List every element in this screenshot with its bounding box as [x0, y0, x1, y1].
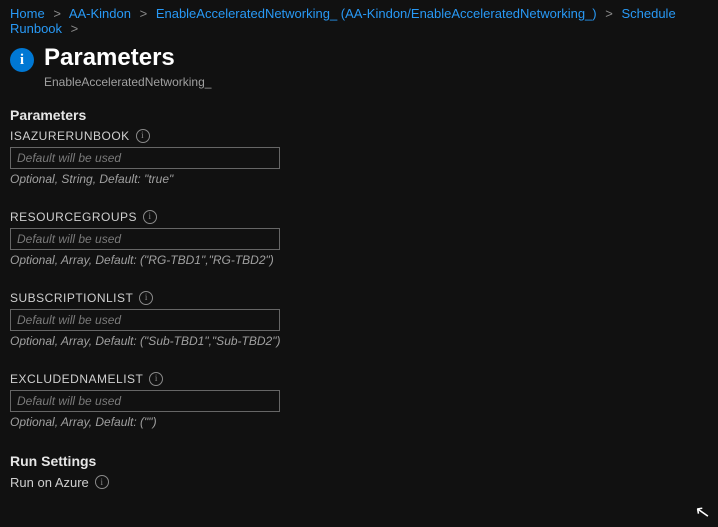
info-icon[interactable]: i	[95, 475, 109, 489]
param-label: SUBSCRIPTIONLIST	[10, 291, 133, 305]
param-input-resourcegroups[interactable]	[10, 228, 280, 250]
run-on-label: Run on Azure	[10, 475, 89, 490]
param-input-excludednamelist[interactable]	[10, 390, 280, 412]
breadcrumb-account[interactable]: AA-Kindon	[69, 6, 131, 21]
page-subtitle: EnableAcceleratedNetworking_	[44, 75, 211, 89]
chevron-right-icon: >	[140, 6, 148, 21]
param-label: EXCLUDEDNAMELIST	[10, 372, 143, 386]
breadcrumb-home[interactable]: Home	[10, 6, 45, 21]
breadcrumb-runbook[interactable]: EnableAcceleratedNetworking_ (AA-Kindon/…	[156, 6, 597, 21]
param-input-isazurerunbook[interactable]	[10, 147, 280, 169]
info-icon[interactable]: i	[149, 372, 163, 386]
chevron-right-icon: >	[71, 21, 79, 36]
info-icon: i	[10, 48, 34, 72]
param-resourcegroups: RESOURCEGROUPS i Optional, Array, Defaul…	[10, 210, 410, 267]
param-excludednamelist: EXCLUDEDNAMELIST i Optional, Array, Defa…	[10, 372, 410, 429]
param-input-subscriptionlist[interactable]	[10, 309, 280, 331]
info-icon[interactable]: i	[136, 129, 150, 143]
page-header: i Parameters EnableAcceleratedNetworking…	[10, 44, 708, 89]
parameters-heading: Parameters	[10, 107, 708, 123]
chevron-right-icon: >	[605, 6, 613, 21]
info-icon[interactable]: i	[139, 291, 153, 305]
info-icon[interactable]: i	[143, 210, 157, 224]
run-settings-heading: Run Settings	[10, 453, 708, 469]
mouse-cursor-icon: ↖	[693, 501, 712, 524]
param-help: Optional, Array, Default: ("RG-TBD1","RG…	[10, 253, 410, 267]
run-on-row: Run on Azure i	[10, 475, 708, 490]
param-help: Optional, Array, Default: ("Sub-TBD1","S…	[10, 334, 410, 348]
param-label: RESOURCEGROUPS	[10, 210, 137, 224]
chevron-right-icon: >	[53, 6, 61, 21]
param-help: Optional, String, Default: "true"	[10, 172, 410, 186]
param-isazurerunbook: ISAZURERUNBOOK i Optional, String, Defau…	[10, 129, 410, 186]
page-title: Parameters	[44, 44, 211, 73]
param-subscriptionlist: SUBSCRIPTIONLIST i Optional, Array, Defa…	[10, 291, 410, 348]
breadcrumb: Home > AA-Kindon > EnableAcceleratedNetw…	[10, 4, 708, 42]
param-help: Optional, Array, Default: ("")	[10, 415, 410, 429]
param-label: ISAZURERUNBOOK	[10, 129, 130, 143]
